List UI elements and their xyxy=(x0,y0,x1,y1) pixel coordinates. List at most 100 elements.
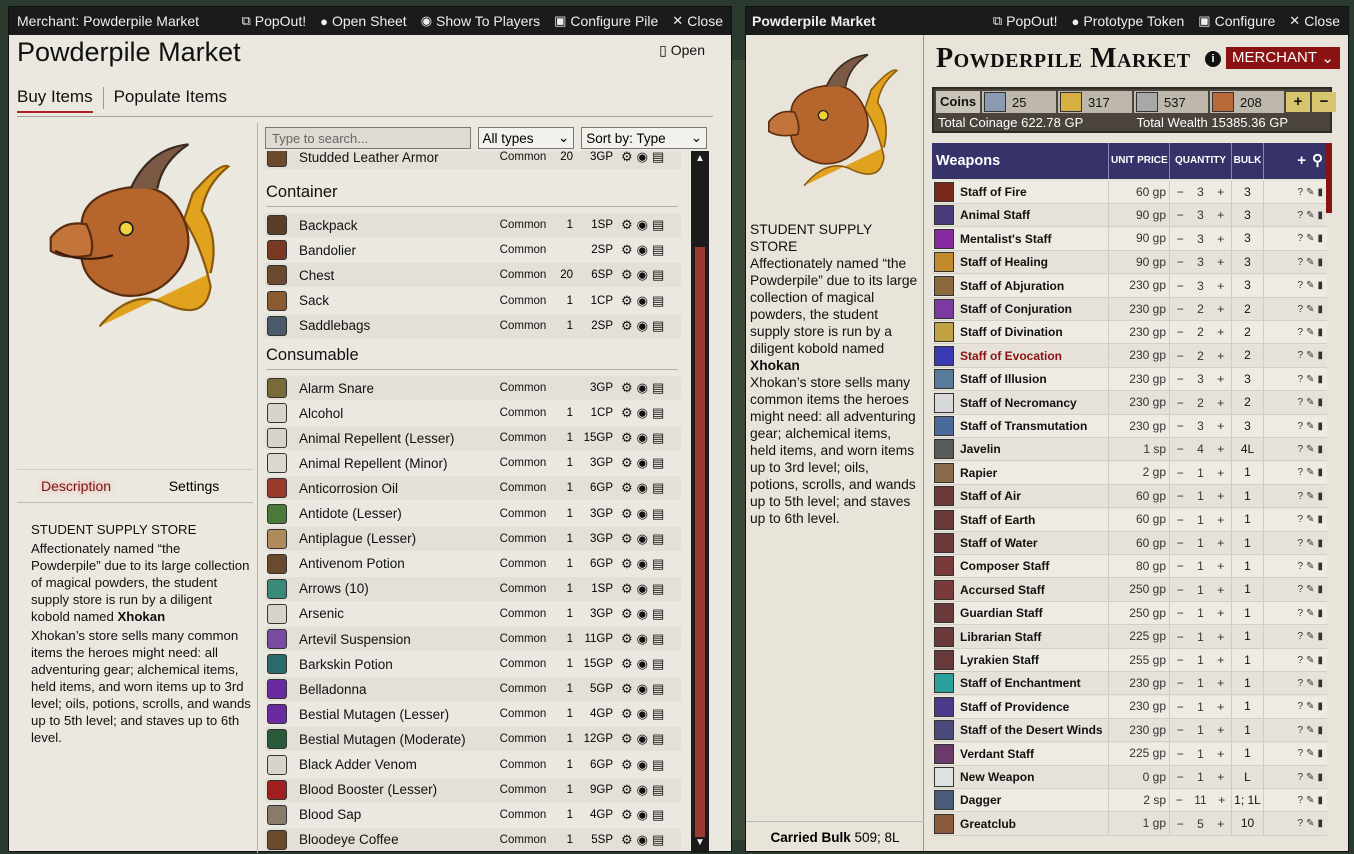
quantity-value[interactable]: 3 xyxy=(1197,419,1204,433)
trash-icon[interactable]: ▮ xyxy=(1317,561,1323,572)
cart-icon[interactable]: ▤ xyxy=(652,681,664,697)
cart-icon[interactable]: ▤ xyxy=(652,380,664,396)
edit-icon[interactable]: ✎ xyxy=(1306,678,1314,689)
tab-buy-items[interactable]: Buy Items xyxy=(17,85,93,113)
decrement-button[interactable]: − xyxy=(1177,747,1184,761)
trash-icon[interactable]: ▮ xyxy=(1317,350,1323,361)
quantity-value[interactable]: 1 xyxy=(1197,559,1204,573)
quantity-value[interactable]: 1 xyxy=(1197,466,1204,480)
trash-icon[interactable]: ▮ xyxy=(1317,280,1323,291)
trash-icon[interactable]: ▮ xyxy=(1317,210,1323,221)
eye-icon[interactable]: ◉ xyxy=(637,151,648,165)
increment-button[interactable]: + xyxy=(1217,513,1224,527)
decrement-button[interactable]: − xyxy=(1176,793,1183,807)
type-select[interactable]: All types ⌄ xyxy=(477,127,575,149)
inventory-row[interactable]: Staff of Fire 60 gp −3 +3? ✎ ▮ xyxy=(932,180,1327,204)
item-icon[interactable] xyxy=(934,228,954,249)
gear-icon[interactable]: ⚙ xyxy=(621,807,633,823)
cart-icon[interactable]: ▤ xyxy=(652,606,664,622)
quantity-value[interactable]: 3 xyxy=(1197,208,1204,222)
gear-icon[interactable]: ⚙ xyxy=(621,318,633,334)
popout-button[interactable]: ⧉ PopOut! xyxy=(993,13,1058,29)
increment-button[interactable]: + xyxy=(1217,747,1224,761)
item-name[interactable]: Staff of Transmutation xyxy=(954,419,1108,433)
question-icon[interactable]: ? xyxy=(1298,561,1304,572)
quantity-value[interactable]: 3 xyxy=(1197,279,1204,293)
tab-description[interactable]: Description xyxy=(17,470,135,502)
item-icon[interactable] xyxy=(934,299,954,319)
item-row[interactable]: Blood Booster (Lesser) Common 1 9GP ⚙ ◉ ▤ xyxy=(265,777,681,802)
item-icon[interactable] xyxy=(934,696,954,717)
gear-icon[interactable]: ⚙ xyxy=(621,606,633,622)
trash-icon[interactable]: ▮ xyxy=(1317,327,1323,338)
item-name[interactable]: Lyrakien Staff xyxy=(954,653,1108,667)
question-icon[interactable]: ? xyxy=(1298,772,1304,783)
item-row[interactable]: Antidote (Lesser) Common 1 3GP ⚙ ◉ ▤ xyxy=(265,501,681,526)
item-name[interactable]: Staff of Abjuration xyxy=(954,279,1108,293)
item-row[interactable]: Studded Leather Armor Common 20 3GP ⚙ ◉ ▤ xyxy=(265,151,681,169)
item-name[interactable]: Staff of Divination xyxy=(954,325,1108,339)
close-button[interactable]: ✕ Close xyxy=(1289,13,1340,29)
item-row[interactable]: Bandolier Common 2SP ⚙ ◉ ▤ xyxy=(265,238,681,263)
question-icon[interactable]: ? xyxy=(1298,748,1304,759)
edit-icon[interactable]: ✎ xyxy=(1306,304,1314,315)
edit-icon[interactable]: ✎ xyxy=(1306,725,1314,736)
item-icon[interactable] xyxy=(934,182,954,202)
cart-icon[interactable]: ▤ xyxy=(652,242,664,258)
decrement-button[interactable]: − xyxy=(1177,232,1184,246)
inventory-row[interactable]: Staff of Healing 90 gp −3 +3? ✎ ▮ xyxy=(932,250,1327,275)
scroll-up-icon[interactable]: ▲ xyxy=(693,153,707,167)
item-name[interactable]: Mentalist's Staff xyxy=(954,232,1108,246)
gear-icon[interactable]: ⚙ xyxy=(621,656,633,672)
prototype-token-button[interactable]: ● Prototype Token xyxy=(1072,13,1185,29)
cart-icon[interactable]: ▤ xyxy=(652,293,664,309)
item-icon[interactable] xyxy=(934,650,954,670)
cart-icon[interactable]: ▤ xyxy=(652,480,664,496)
decrement-button[interactable]: − xyxy=(1177,676,1184,690)
trash-icon[interactable]: ▮ xyxy=(1317,655,1323,666)
inventory-row[interactable]: Staff of Enchantment 230 gp −1 +1? ✎ ▮ xyxy=(932,671,1327,696)
trash-icon[interactable]: ▮ xyxy=(1317,467,1323,478)
question-icon[interactable]: ? xyxy=(1298,350,1304,361)
inventory-row[interactable]: Staff of Divination 230 gp −2 +2? ✎ ▮ xyxy=(932,320,1327,345)
decrement-button[interactable]: − xyxy=(1177,559,1184,573)
trash-icon[interactable]: ▮ xyxy=(1317,491,1323,502)
item-icon[interactable] xyxy=(934,486,954,507)
edit-icon[interactable]: ✎ xyxy=(1306,397,1314,408)
item-row[interactable]: Bestial Mutagen (Lesser) Common 1 4GP ⚙ ◉ ▤ xyxy=(265,702,681,727)
item-name[interactable]: Guardian Staff xyxy=(954,606,1108,620)
eye-icon[interactable]: ◉ xyxy=(637,242,648,258)
item-icon[interactable] xyxy=(934,392,954,413)
item-name[interactable]: Staff of Earth xyxy=(954,513,1108,527)
cart-icon[interactable]: ▤ xyxy=(652,757,664,773)
increment-button[interactable]: + xyxy=(1217,559,1224,573)
item-row[interactable]: Alcohol Common 1 1CP ⚙ ◉ ▤ xyxy=(265,401,681,426)
inventory-row[interactable]: Accursed Staff 250 gp −1 +1? ✎ ▮ xyxy=(932,578,1327,602)
item-icon[interactable] xyxy=(934,579,954,600)
decrement-button[interactable]: − xyxy=(1177,606,1184,620)
inventory-row[interactable]: Staff of Air 60 gp −1 +1? ✎ ▮ xyxy=(932,484,1327,509)
question-icon[interactable]: ? xyxy=(1298,280,1304,291)
search-icon[interactable]: ⚲ xyxy=(1312,153,1323,168)
inventory-scrollbar[interactable] xyxy=(1326,143,1332,213)
increment-button[interactable]: + xyxy=(1217,676,1224,690)
increment-button[interactable]: + xyxy=(1217,442,1224,456)
inventory-row[interactable]: Librarian Staff 225 gp −1 +1? ✎ ▮ xyxy=(932,625,1327,649)
item-name[interactable]: Staff of Evocation xyxy=(954,349,1108,363)
edit-icon[interactable]: ✎ xyxy=(1306,467,1314,478)
quantity-value[interactable]: 3 xyxy=(1197,372,1204,386)
cart-icon[interactable]: ▤ xyxy=(652,531,664,547)
info-icon[interactable]: i xyxy=(1205,51,1221,67)
cart-icon[interactable]: ▤ xyxy=(652,706,664,722)
item-name[interactable]: Staff of Air xyxy=(954,489,1108,503)
increment-button[interactable]: + xyxy=(1217,536,1224,550)
question-icon[interactable]: ? xyxy=(1298,655,1304,666)
question-icon[interactable]: ? xyxy=(1298,397,1304,408)
question-icon[interactable]: ? xyxy=(1298,257,1304,268)
decrement-button[interactable]: − xyxy=(1177,653,1184,667)
increment-button[interactable]: + xyxy=(1217,349,1224,363)
quantity-value[interactable]: 2 xyxy=(1197,302,1204,316)
eye-icon[interactable]: ◉ xyxy=(637,480,648,496)
increment-button[interactable]: + xyxy=(1217,770,1224,784)
quantity-value[interactable]: 2 xyxy=(1197,325,1204,339)
